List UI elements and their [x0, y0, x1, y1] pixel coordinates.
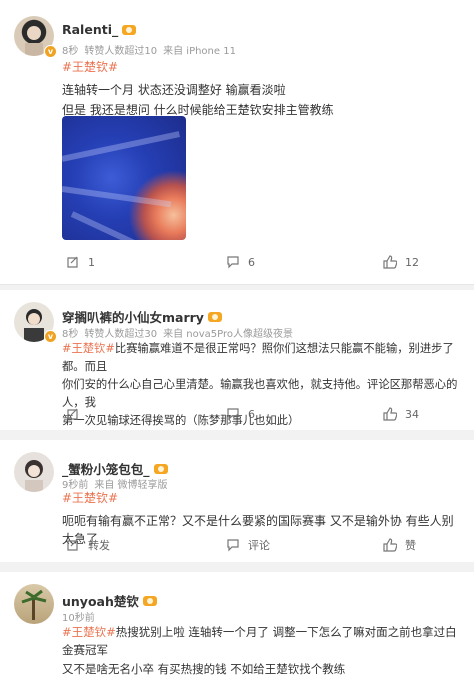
repost-button[interactable]: 1: [66, 250, 95, 274]
post-text: #王楚钦# 连轴转一个月 状态还没调整好 输赢看淡啦 但是 我还是想问 什么时候…: [62, 60, 334, 117]
like-button[interactable]: 赞: [383, 533, 416, 557]
post-card-3: _蟹粉小笼包包_ 9秒前 来自 微博轻享版 #王楚钦# 呃呃有输有赢不正常？又不是…: [0, 440, 474, 562]
topic-tag[interactable]: #王楚钦#: [62, 625, 116, 639]
crown-icon: [153, 463, 168, 474]
action-bar: 6 34: [0, 402, 474, 426]
comment-feed: v Ralenti_ 8秒 转赞人数超过10 来自 iPhone 11 #王楚钦# …: [0, 0, 474, 683]
repost-icon: [67, 256, 78, 268]
like-icon: [383, 407, 397, 421]
like-button[interactable]: 34: [383, 402, 419, 426]
topic-tag[interactable]: #王楚钦#: [62, 342, 115, 355]
crown-icon: [207, 311, 222, 322]
topic-tag[interactable]: #王楚钦#: [62, 60, 118, 74]
username[interactable]: Ralenti_: [62, 22, 137, 37]
crown-icon: [142, 595, 157, 606]
topic-tag[interactable]: #王楚钦#: [62, 491, 118, 505]
avatar[interactable]: [14, 452, 54, 492]
like-icon: [383, 255, 397, 269]
avatar[interactable]: [14, 584, 54, 624]
comment-icon: [227, 256, 239, 269]
post-card-1: v Ralenti_ 8秒 转赞人数超过10 来自 iPhone 11 #王楚钦# …: [0, 0, 474, 285]
post-meta: 8秒 转赞人数超过30 来自 nova5Pro人像超级夜景: [62, 329, 294, 340]
action-bar: 转发 评论 赞: [0, 533, 474, 557]
verified-badge-icon: v: [44, 330, 57, 343]
post-card-4: unyoah楚钦 10秒前 #王楚钦#热搜犹别上啦 连轴转一个月了 调整一下怎么…: [0, 572, 474, 683]
comment-button[interactable]: 6: [226, 402, 255, 426]
comment-button[interactable]: 6: [226, 250, 255, 274]
post-meta: 8秒 转赞人数超过10 来自 iPhone 11: [62, 46, 236, 57]
comment-icon: [227, 539, 239, 552]
post-meta: 10秒前: [62, 613, 95, 624]
divider: [0, 284, 474, 285]
comment-button[interactable]: 评论: [226, 533, 270, 557]
repost-button[interactable]: 转发: [66, 533, 110, 557]
post-image[interactable]: [62, 116, 186, 240]
repost-icon: [67, 408, 78, 420]
crown-icon: [122, 24, 137, 35]
post-text: #王楚钦#热搜犹别上啦 连轴转一个月了 调整一下怎么了嘛对面之前也拿过白金赛冠军…: [62, 625, 457, 676]
repost-button[interactable]: [66, 402, 88, 426]
username[interactable]: unyoah楚钦: [62, 591, 157, 610]
comment-icon: [227, 408, 239, 421]
repost-icon: [67, 539, 78, 551]
post-card-2: v 穿搁叭裤的小仙女marry 8秒 转赞人数超过30 来自 nova5Pro人像超…: [0, 290, 474, 430]
verified-badge-icon: v: [44, 45, 57, 58]
username[interactable]: 穿搁叭裤的小仙女marry: [62, 307, 222, 326]
action-bar: 1 6 12: [0, 250, 474, 274]
like-button[interactable]: 12: [383, 250, 419, 274]
like-icon: [383, 538, 397, 552]
